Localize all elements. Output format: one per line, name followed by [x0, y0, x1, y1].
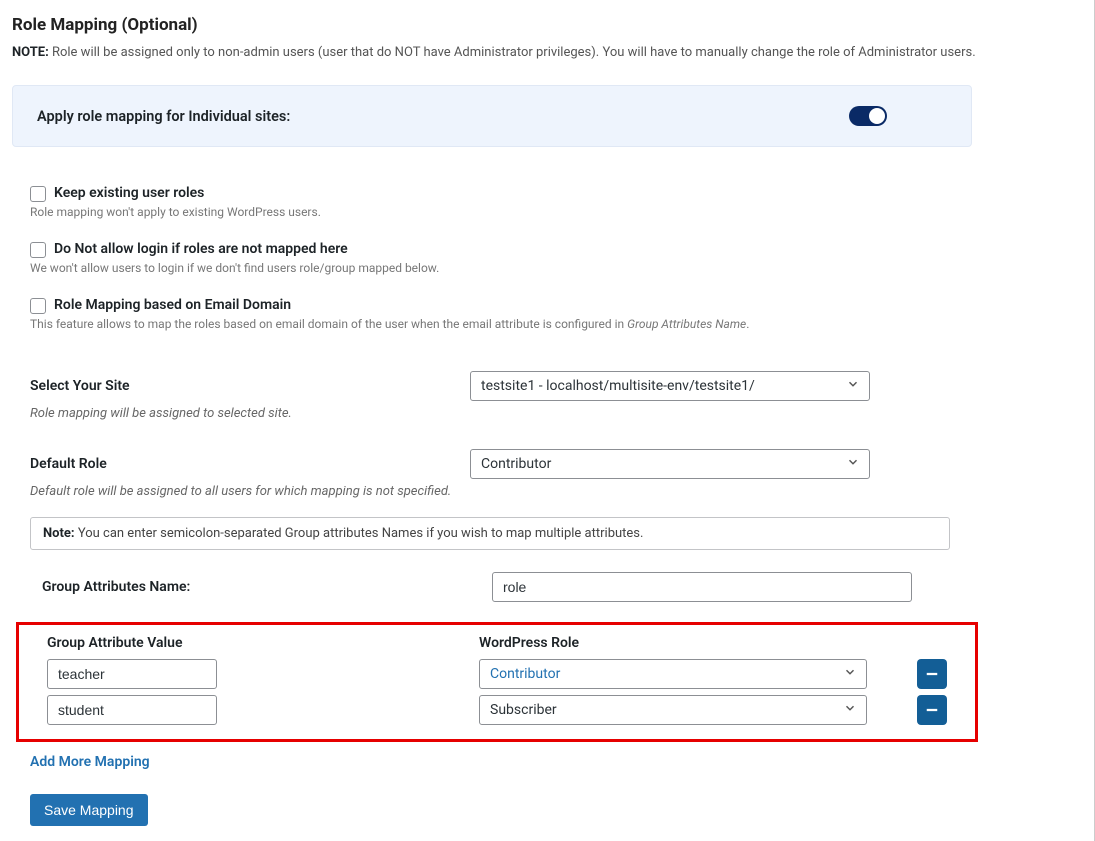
note-line: NOTE: Role will be assigned only to non-… [12, 45, 1082, 60]
mapping-role-select-0[interactable]: Contributor [479, 659, 867, 689]
keep-existing-checkbox[interactable] [30, 186, 46, 202]
toggle-knob [869, 108, 885, 124]
keep-existing-hint: Role mapping won't apply to existing Wor… [30, 205, 1082, 219]
no-login-label: Do Not allow login if roles are not mapp… [54, 241, 348, 257]
individual-sites-toggle[interactable] [849, 106, 887, 126]
group-attr-label: Group Attributes Name: [42, 579, 492, 595]
email-domain-hint-italic: Group Attributes Name [627, 317, 746, 331]
mapping-header: Group Attribute Value WordPress Role [47, 635, 947, 651]
mapping-role-select-1[interactable]: Subscriber [479, 695, 867, 725]
default-role-select[interactable]: Contributor [470, 449, 870, 479]
site-select-label: Select Your Site [30, 378, 470, 394]
no-login-row: Do Not allow login if roles are not mapp… [30, 241, 1082, 258]
remove-mapping-button-0[interactable] [917, 659, 947, 689]
email-domain-hint: This feature allows to map the roles bas… [30, 317, 1082, 331]
email-domain-checkbox[interactable] [30, 298, 46, 314]
add-more-link[interactable]: Add More Mapping [30, 754, 150, 770]
default-role-value: Contributor [470, 449, 870, 479]
no-login-checkbox[interactable] [30, 242, 46, 258]
email-domain-label: Role Mapping based on Email Domain [54, 297, 291, 313]
mapping-value-input-0[interactable] [47, 659, 217, 689]
group-attr-row: Group Attributes Name: [42, 572, 1082, 602]
site-select-hint: Role mapping will be assigned to selecte… [30, 406, 1082, 421]
toggle-label: Apply role mapping for Individual sites: [37, 108, 290, 125]
note-text: Role will be assigned only to non-admin … [49, 45, 976, 60]
mapping-col1-header: Group Attribute Value [47, 635, 479, 651]
site-select-row: Select Your Site testsite1 - localhost/m… [30, 371, 1082, 401]
mapping-role-value-0: Contributor [479, 659, 867, 689]
keep-existing-row: Keep existing user roles [30, 185, 1082, 202]
mapping-value-input-1[interactable] [47, 695, 217, 725]
page-title: Role Mapping (Optional) [12, 15, 1082, 35]
save-mapping-button[interactable]: Save Mapping [30, 794, 148, 826]
site-select[interactable]: testsite1 - localhost/multisite-env/test… [470, 371, 870, 401]
mapping-row-0: Contributor [47, 659, 947, 689]
mapping-highlight-box: Group Attribute Value WordPress Role Con… [16, 622, 978, 742]
email-domain-row: Role Mapping based on Email Domain [30, 297, 1082, 314]
keep-existing-label: Keep existing user roles [54, 185, 204, 201]
info-note-box: Note: You can enter semicolon-separated … [30, 517, 950, 550]
site-select-value: testsite1 - localhost/multisite-env/test… [470, 371, 870, 401]
default-role-label: Default Role [30, 456, 470, 472]
default-role-hint: Default role will be assigned to all use… [30, 484, 1082, 499]
mapping-role-value-1: Subscriber [479, 695, 867, 725]
group-attr-input[interactable] [492, 572, 912, 602]
toggle-row: Apply role mapping for Individual sites: [12, 85, 972, 147]
mapping-row-1: Subscriber [47, 695, 947, 725]
email-domain-hint-suffix: . [746, 317, 749, 331]
default-role-row: Default Role Contributor [30, 449, 1082, 479]
no-login-hint: We won't allow users to login if we don'… [30, 261, 1082, 275]
email-domain-hint-prefix: This feature allows to map the roles bas… [30, 317, 627, 331]
info-note-prefix: Note: [43, 526, 75, 541]
info-note-text: You can enter semicolon-separated Group … [75, 526, 644, 541]
remove-mapping-button-1[interactable] [917, 695, 947, 725]
note-prefix: NOTE: [12, 45, 49, 60]
mapping-col2-header: WordPress Role [479, 635, 579, 651]
